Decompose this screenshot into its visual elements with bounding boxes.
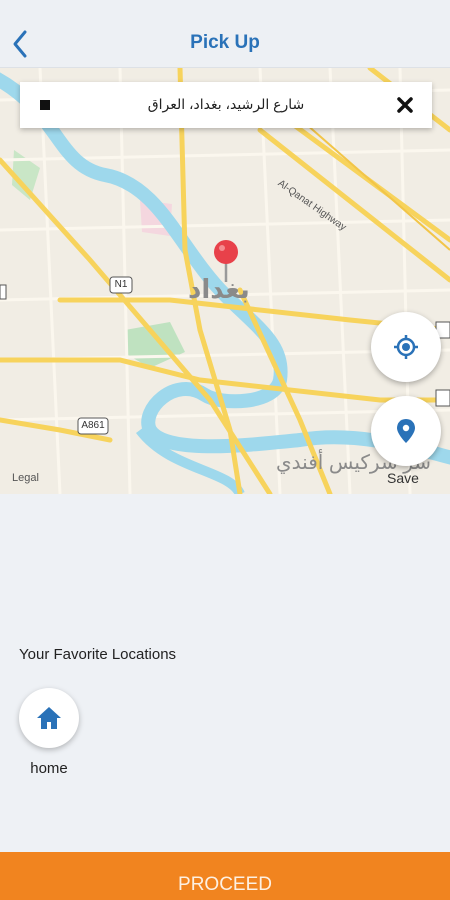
home-icon (37, 707, 61, 729)
page-title: Pick Up (190, 32, 260, 53)
address-text[interactable]: شارع الرشيد، بغداد، العراق (70, 96, 382, 113)
save-location-button[interactable] (371, 396, 441, 466)
map-legal-link[interactable]: Legal (12, 472, 39, 484)
address-search-bar[interactable]: شارع الرشيد، بغداد، العراق (20, 82, 432, 128)
favorite-home-button[interactable] (19, 688, 79, 748)
road-label-a861: A861 (81, 420, 105, 431)
favorites-title: Your Favorite Locations (19, 646, 177, 663)
clear-address-button[interactable] (394, 94, 416, 116)
crosshair-icon (394, 335, 418, 359)
road-label-n1: N1 (114, 279, 128, 290)
close-icon (397, 97, 413, 113)
map-marker-icon (397, 419, 415, 443)
stop-icon (40, 100, 50, 110)
my-location-button[interactable] (371, 312, 441, 382)
favorite-home-label: home (30, 760, 68, 777)
location-pin-icon (214, 240, 238, 282)
save-label: Save (387, 470, 419, 486)
proceed-button[interactable]: PROCEED (0, 852, 450, 900)
top-bar: Pick Up (0, 0, 450, 68)
